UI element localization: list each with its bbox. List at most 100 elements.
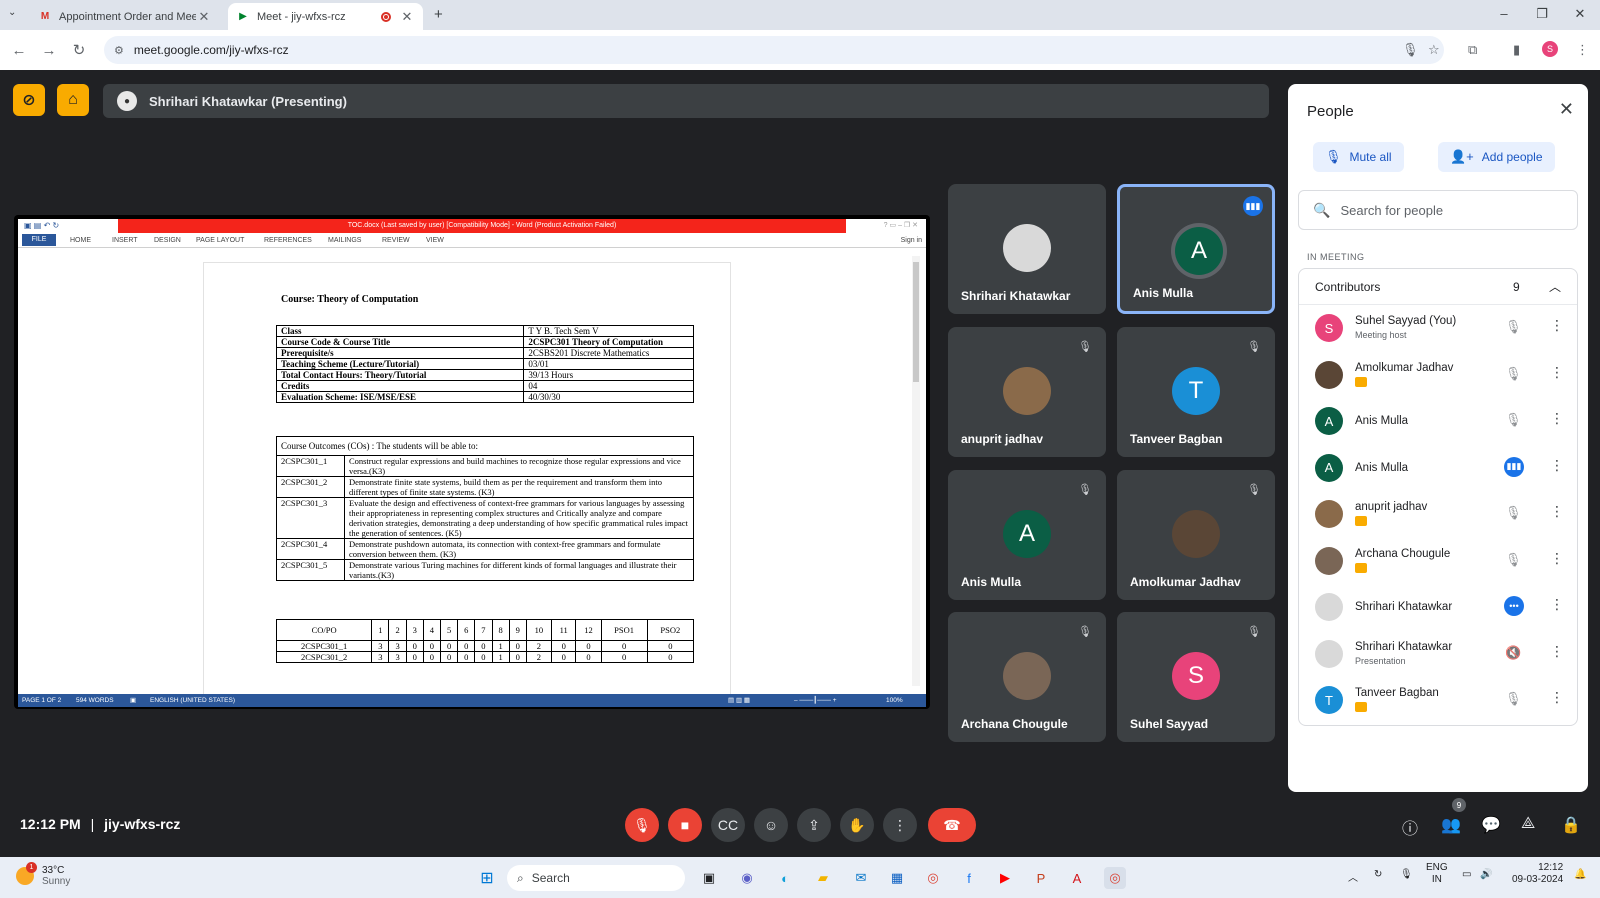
participant-tile[interactable]: Shrihari Khatawkar [948, 184, 1106, 314]
mic-off-icon[interactable]: 🎙 [1505, 412, 1522, 428]
audio-off-icon[interactable]: 🔇 [1505, 645, 1521, 661]
chrome-active-icon[interactable]: ◎ [1104, 867, 1126, 889]
people-icon[interactable]: 👥 [1441, 815, 1461, 835]
add-person-icon: 👤+ [1450, 149, 1474, 164]
forward-icon[interactable]: → [34, 42, 64, 59]
people-list-item[interactable]: Shrihari Khatawkar Presentation 🔇 ⋮ [1299, 631, 1577, 677]
captions-button[interactable]: CC [711, 808, 745, 842]
mic-off-icon[interactable]: 🎙 [1505, 319, 1522, 335]
participant-tile[interactable]: A Anis Mulla 🎙 [948, 470, 1106, 600]
weather-widget[interactable]: 1 33°C Sunny [16, 862, 70, 887]
store-icon[interactable]: ▦ [886, 867, 908, 889]
chevron-up-icon[interactable]: ︿ [1549, 278, 1561, 295]
tray-chevron-icon[interactable]: ︿ [1348, 869, 1358, 884]
more-options-button[interactable]: ⋮ [883, 808, 917, 842]
people-list-item[interactable]: A Anis Mulla 🎙 ⋮ [1299, 398, 1577, 444]
chrome-icon[interactable]: ◎ [922, 867, 944, 889]
mic-off-icon[interactable]: 🎙 [1505, 366, 1522, 382]
side-panel-icon[interactable]: ▮ [1513, 42, 1520, 58]
leave-call-button[interactable]: ☎ [928, 808, 976, 842]
extensions-icon[interactable]: ⧉ [1468, 42, 1477, 58]
person-more-icon[interactable]: ⋮ [1550, 689, 1564, 706]
people-list-item[interactable]: Amolkumar Jadhav 🎙 ⋮ [1299, 352, 1577, 398]
sync-icon[interactable]: ↻ [1374, 869, 1382, 880]
notification-bell-icon[interactable]: 🔔 [1574, 869, 1586, 880]
close-panel-icon[interactable]: ✕ [1559, 99, 1574, 120]
new-tab-icon[interactable]: + [434, 6, 443, 23]
camera-toggle-button[interactable]: ■ [668, 808, 702, 842]
raise-hand-button[interactable]: ✋ [840, 808, 874, 842]
mail-icon[interactable]: ✉ [850, 867, 872, 889]
back-icon[interactable]: ← [4, 42, 34, 59]
meeting-info-icon[interactable]: ⓘ [1402, 815, 1418, 839]
mic-off-icon[interactable]: 🎙 [1505, 691, 1522, 707]
task-view-icon[interactable]: ▣ [698, 867, 720, 889]
acrobat-icon[interactable]: A [1066, 867, 1088, 889]
person-name: Shrihari Khatawkar [1355, 640, 1453, 653]
site-info-icon[interactable]: ⚙ [114, 44, 124, 57]
add-people-button[interactable]: 👤+ Add people [1438, 142, 1555, 172]
activities-icon[interactable]: ⟁ [1521, 815, 1535, 833]
tab-meet[interactable]: ▶ Meet - jiy-wfxs-rcz ✕ [228, 3, 423, 30]
browser-menu-icon[interactable]: ⋮ [1576, 42, 1589, 58]
participant-tile[interactable]: Archana Chougule 🎙 [948, 612, 1106, 742]
taskbar-clock[interactable]: 12:12 09-03-2024 [1512, 862, 1563, 886]
people-list-item[interactable]: anuprit jadhav 🎙 ⋮ [1299, 491, 1577, 537]
participant-tile[interactable]: A Anis Mulla ▮▮▮ [1117, 184, 1275, 314]
search-people-input[interactable]: 🔍 Search for people [1298, 190, 1578, 230]
person-more-icon[interactable]: ⋮ [1550, 643, 1564, 660]
close-tab-icon[interactable]: ✕ [399, 9, 415, 25]
bookmark-star-icon[interactable]: ☆ [1428, 42, 1440, 58]
teams-icon[interactable]: ◉ [736, 867, 758, 889]
youtube-icon[interactable]: ▶ [994, 867, 1016, 889]
participant-tile[interactable]: T Tanveer Bagban 🎙 [1117, 327, 1275, 457]
contributors-header[interactable]: Contributors 9 ︿ [1299, 269, 1577, 305]
participant-tile[interactable]: anuprit jadhav 🎙 [948, 327, 1106, 457]
windows-start-icon[interactable]: ⊞ [476, 867, 498, 889]
person-more-icon[interactable]: ⋮ [1550, 596, 1564, 613]
person-more-icon[interactable]: ⋮ [1550, 410, 1564, 427]
mute-all-button[interactable]: 🎙 Mute all [1313, 142, 1404, 172]
edge-icon[interactable]: ◐ [774, 867, 796, 889]
powerpoint-icon[interactable]: P [1030, 867, 1052, 889]
mic-toggle-button[interactable]: 🎙 [625, 808, 659, 842]
people-list-item[interactable]: S Suhel Sayyad (You) Meeting host 🎙 ⋮ [1299, 305, 1577, 351]
reactions-button[interactable]: ☺ [754, 808, 788, 842]
reload-icon[interactable]: ↻ [64, 41, 94, 59]
person-more-icon[interactable]: ⋮ [1550, 364, 1564, 381]
profile-avatar[interactable]: S [1542, 41, 1558, 57]
person-more-icon[interactable]: ⋮ [1550, 503, 1564, 520]
mic-off-icon[interactable]: 🎙 [1505, 552, 1522, 568]
captions-off-icon[interactable]: ⊘ [13, 84, 45, 116]
window-close-icon[interactable]: ✕ [1570, 6, 1590, 22]
mic-off-icon[interactable]: 🎙 [1505, 505, 1522, 521]
chat-icon[interactable]: 💬 [1481, 815, 1501, 835]
host-controls-icon[interactable]: 🔒 [1561, 815, 1581, 835]
present-button[interactable]: ⇪ [797, 808, 831, 842]
language-indicator[interactable]: ENG IN [1426, 862, 1448, 886]
participant-tile[interactable]: Amolkumar Jadhav 🎙 [1117, 470, 1275, 600]
tray-mic-icon[interactable]: 🎙 [1400, 869, 1413, 880]
volume-icon[interactable]: 🔊 [1480, 869, 1492, 880]
person-more-icon[interactable]: ⋮ [1550, 317, 1564, 334]
people-list-item[interactable]: Archana Chougule 🎙 ⋮ [1299, 538, 1577, 584]
meeting-tools-icon[interactable]: ⌂ [57, 84, 89, 116]
person-more-icon[interactable]: ⋮ [1550, 457, 1564, 474]
restore-icon[interactable]: ❐ [1532, 6, 1552, 22]
network-icon[interactable]: ▭ [1462, 869, 1471, 880]
address-bar[interactable]: ⚙ meet.google.com/jiy-wfxs-rcz [104, 36, 1444, 64]
tab-gmail[interactable]: M Appointment Order and Meeti ✕ [30, 3, 220, 30]
minimize-icon[interactable]: – [1494, 6, 1514, 21]
tab-search-chevron-icon[interactable]: ⌄ [8, 7, 16, 18]
mic-icon[interactable]: 🎙 [1402, 42, 1419, 58]
people-list-item[interactable]: T Tanveer Bagban 🎙 ⋮ [1299, 677, 1577, 723]
people-list-item[interactable]: Shrihari Khatawkar ••• ⋮ [1299, 584, 1577, 630]
close-tab-icon[interactable]: ✕ [196, 9, 212, 25]
facebook-icon[interactable]: f [958, 867, 980, 889]
participant-tile[interactable]: S Suhel Sayyad 🎙 [1117, 612, 1275, 742]
person-more-icon[interactable]: ⋮ [1550, 550, 1564, 567]
people-list-item[interactable]: A Anis Mulla ▮▮▮ ⋮ [1299, 445, 1577, 491]
file-explorer-icon[interactable]: ▰ [812, 867, 834, 889]
taskbar-search[interactable]: ⌕ Search [507, 865, 685, 891]
copo-cell: 2 [525, 640, 552, 652]
